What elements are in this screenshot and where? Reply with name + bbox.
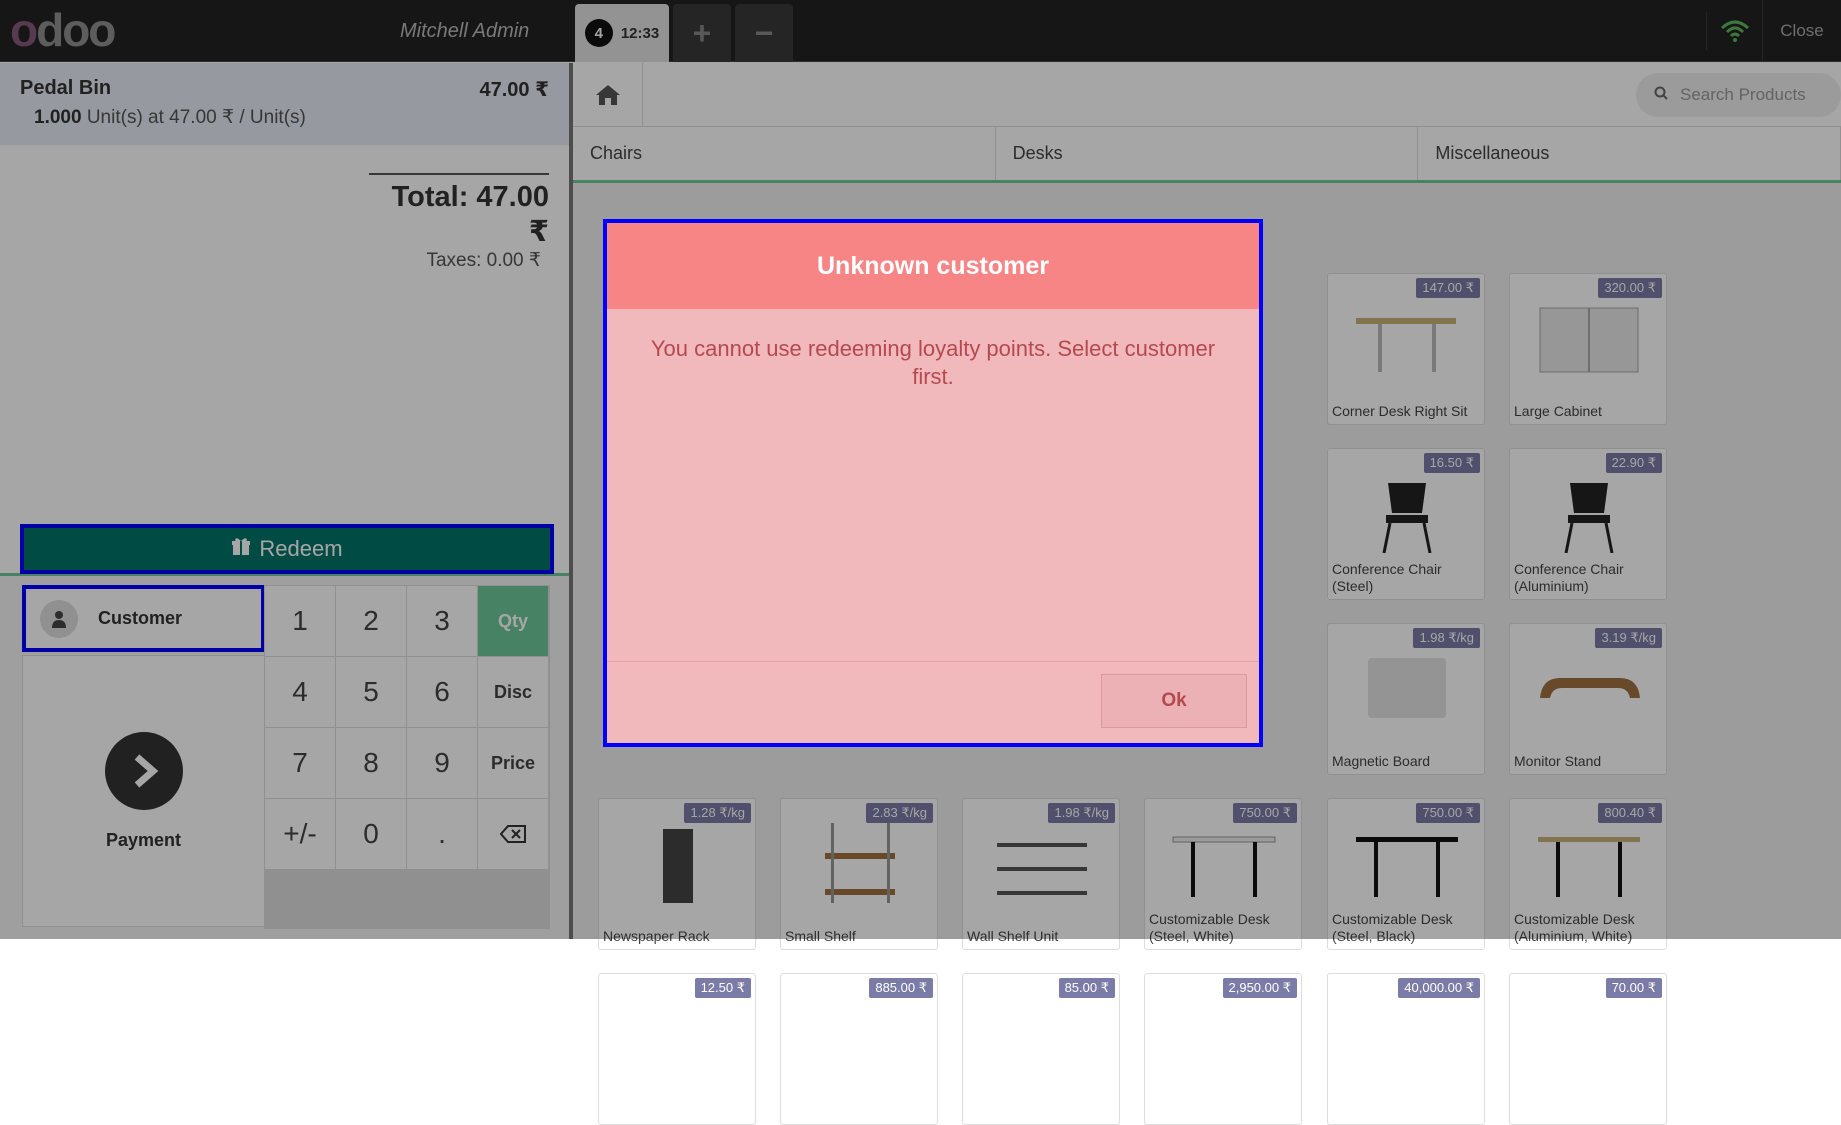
product-card[interactable]: 70.00 ₹	[1509, 973, 1667, 1125]
product-price: 70.00 ₹	[1605, 978, 1662, 998]
dialog-title: Unknown customer	[607, 223, 1259, 309]
dialog-message: You cannot use redeeming loyalty points.…	[650, 336, 1216, 389]
product-price: 85.00 ₹	[1058, 978, 1115, 998]
product-card[interactable]: 12.50 ₹	[598, 973, 756, 1125]
product-card[interactable]: 885.00 ₹	[780, 973, 938, 1125]
product-price: 40,000.00 ₹	[1398, 978, 1480, 998]
product-card[interactable]: 2,950.00 ₹	[1144, 973, 1302, 1125]
dialog-footer: Ok	[607, 661, 1259, 743]
product-price: 12.50 ₹	[694, 978, 751, 998]
unknown-customer-dialog: Unknown customer You cannot use redeemin…	[603, 219, 1263, 747]
product-price: 885.00 ₹	[869, 978, 933, 998]
ok-button[interactable]: Ok	[1101, 674, 1247, 728]
product-card[interactable]: 40,000.00 ₹	[1327, 973, 1485, 1125]
product-price: 2,950.00 ₹	[1222, 978, 1297, 998]
product-card[interactable]: 85.00 ₹	[962, 973, 1120, 1125]
